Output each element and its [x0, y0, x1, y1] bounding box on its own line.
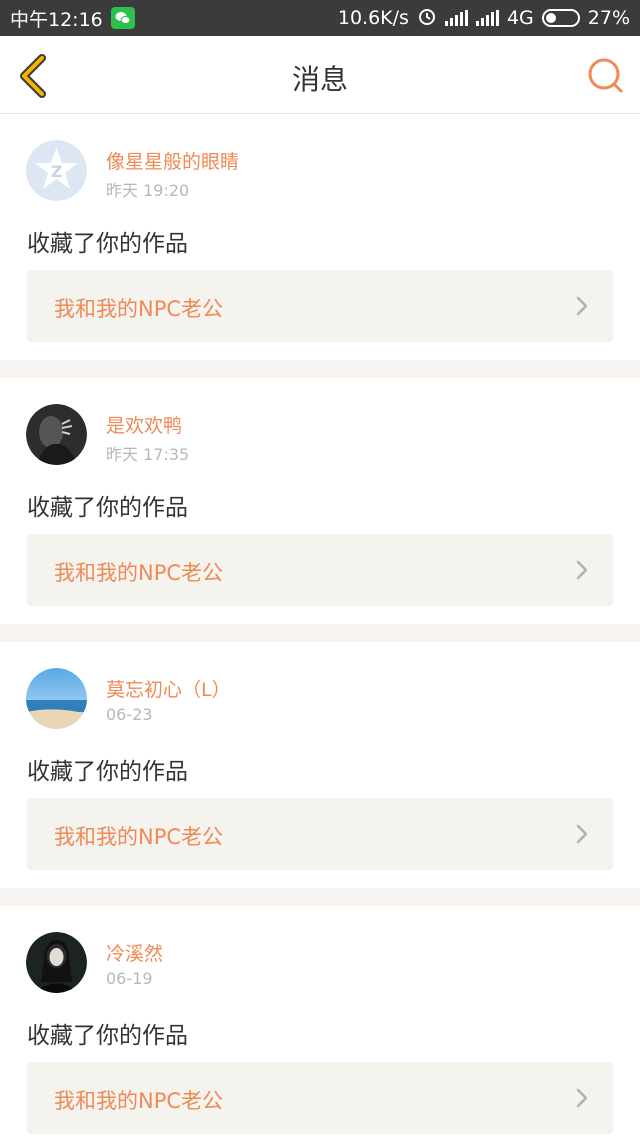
message-action: 收藏了你的作品 [27, 1023, 188, 1049]
work-link[interactable]: 我和我的NPC老公 [27, 1062, 613, 1134]
user-name[interactable]: 是欢欢鸭 [106, 411, 182, 438]
signal-icon [444, 10, 468, 26]
message-time: 昨天 19:20 [106, 181, 190, 200]
work-title: 我和我的NPC老公 [54, 825, 224, 849]
work-link[interactable]: 我和我的NPC老公 [27, 270, 613, 342]
message-time: 06-19 [106, 969, 153, 988]
status-bar: 中午12:16 10.6K/s 4G 27% [0, 0, 640, 36]
user-name[interactable]: 冷溪然 [106, 939, 163, 966]
chevron-right-icon [575, 559, 589, 581]
work-title: 我和我的NPC老公 [54, 297, 224, 321]
alarm-icon [417, 6, 437, 31]
message-card: Z 像星星般的眼睛 昨天 19:20 收藏了你的作品 我和我的NPC老公 [0, 114, 640, 360]
nav-bar: 消息 [0, 36, 640, 114]
message-action: 收藏了你的作品 [27, 495, 188, 521]
message-card: 莫忘初心（L） 06-23 收藏了你的作品 我和我的NPC老公 [0, 642, 640, 888]
work-title: 我和我的NPC老公 [54, 561, 224, 585]
message-card: 是欢欢鸭 昨天 17:35 收藏了你的作品 我和我的NPC老公 [0, 378, 640, 624]
work-link[interactable]: 我和我的NPC老公 [27, 798, 613, 870]
user-name[interactable]: 像星星般的眼睛 [106, 147, 239, 174]
message-time: 昨天 17:35 [106, 445, 190, 464]
battery-level: 27% [587, 7, 630, 29]
svg-text:Z: Z [51, 162, 63, 181]
message-time: 06-23 [106, 705, 153, 724]
avatar[interactable] [26, 404, 87, 465]
message-card: 冷溪然 06-19 收藏了你的作品 我和我的NPC老公 [0, 906, 640, 1138]
avatar[interactable] [26, 668, 87, 729]
status-time: 中午12:16 [10, 8, 103, 31]
network-speed: 10.6K/s [337, 7, 409, 29]
avatar[interactable]: Z [26, 140, 87, 201]
page-title: 消息 [291, 63, 348, 96]
signal-icon [475, 10, 499, 26]
work-title: 我和我的NPC老公 [54, 1089, 224, 1113]
avatar[interactable] [26, 932, 87, 993]
search-icon[interactable] [586, 56, 624, 94]
message-action: 收藏了你的作品 [27, 759, 188, 785]
work-link[interactable]: 我和我的NPC老公 [27, 534, 613, 606]
network-type: 4G [506, 7, 534, 29]
message-action: 收藏了你的作品 [27, 231, 188, 257]
battery-icon [541, 9, 580, 27]
wechat-icon [110, 7, 135, 29]
chevron-right-icon [575, 295, 589, 317]
chevron-right-icon [575, 1087, 589, 1109]
user-name[interactable]: 莫忘初心（L） [106, 675, 231, 702]
chevron-right-icon [575, 823, 589, 845]
